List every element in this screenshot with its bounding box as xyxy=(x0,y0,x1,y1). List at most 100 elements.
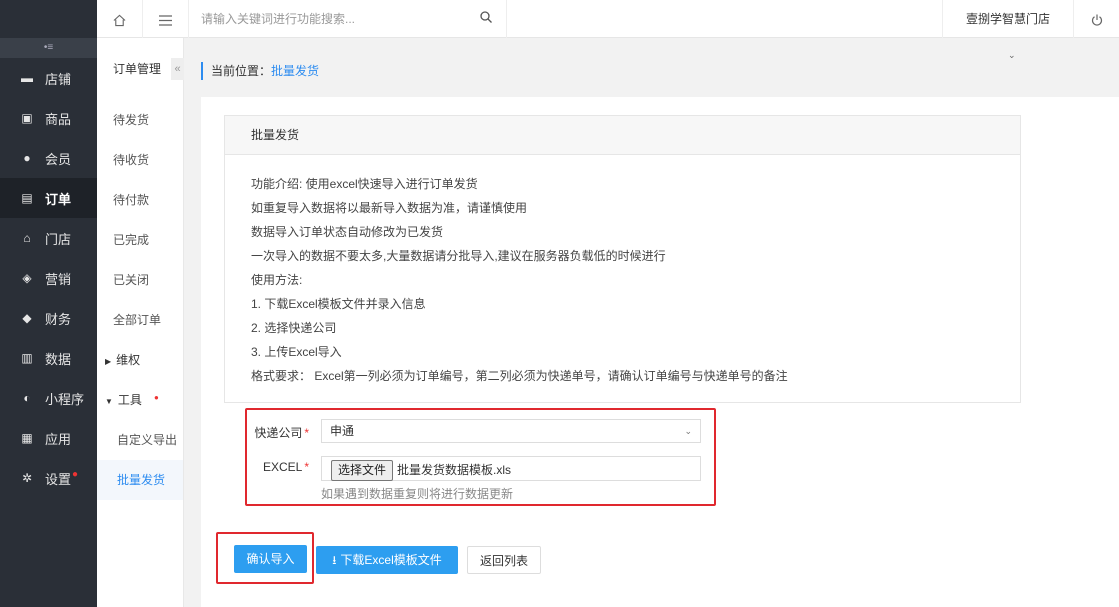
main-nav-item[interactable]: ◈ 营销 xyxy=(0,258,97,298)
panel-body: 功能介绍: 使用excel快速导入进行订单发货 如重复导入数据将以最新导入数据为… xyxy=(225,155,1020,388)
sub-nav-item-all-orders[interactable]: 全部订单 xyxy=(97,300,183,340)
main-nav-item[interactable]: ▤ 订单 xyxy=(0,178,97,218)
store-name[interactable]: 壹捌学智慧门店 xyxy=(942,0,1074,38)
order-icon: ▤ xyxy=(21,191,33,205)
sub-nav-label: 自定义导出 xyxy=(117,433,178,447)
caret-right-icon: ▶ xyxy=(105,357,112,366)
info-line: 如重复导入数据将以最新导入数据为准，请谨慎使用 xyxy=(251,201,528,215)
form-hint: 如果遇到数据重复则将进行数据更新 xyxy=(321,487,514,501)
sub-nav-label: 待发货 xyxy=(113,113,150,127)
info-line: 数据导入订单状态自动修改为已发货 xyxy=(251,225,444,239)
info-line: 2. 选择快递公司 xyxy=(251,321,337,335)
sub-nav-group-label: 维权 xyxy=(116,353,141,367)
main-nav-item[interactable]: ▦ 应用 xyxy=(0,418,97,458)
selected-file-name: 批量发货数据模板.xls xyxy=(397,463,512,477)
caret-down-icon: ▼ xyxy=(105,397,113,406)
sub-nav-item-batch-ship[interactable]: 批量发货 xyxy=(97,460,183,500)
info-line: 1. 下载Excel模板文件并录入信息 xyxy=(251,297,426,311)
main-nav-label: 设置 xyxy=(45,471,72,487)
miniapp-icon: ◐ xyxy=(23,391,31,405)
user-icon: ● xyxy=(23,151,31,165)
sub-nav-item-pending-receive[interactable]: 待收货 xyxy=(97,140,183,180)
sub-sidebar: 订单管理 « 待发货 待收货 待付款 已完成 已关闭 全部订单 ▶ 维权 ▼ 工具 ●… xyxy=(97,38,184,607)
sub-nav-item-custom-export[interactable]: 自定义导出 xyxy=(97,420,183,460)
main-nav-label: 会员 xyxy=(45,151,72,167)
info-line: 3. 上传Excel导入 xyxy=(251,345,342,359)
sub-nav-label: 全部订单 xyxy=(113,313,162,327)
main-nav-item[interactable]: ▣ 商品 xyxy=(0,98,97,138)
breadcrumb: 当前位置：批量发货 xyxy=(201,62,319,80)
store-icon: ▬ xyxy=(21,71,33,85)
search-box xyxy=(201,0,507,38)
download-icon: ⭳ xyxy=(332,553,337,567)
sub-sidebar-title-text: 订单管理 xyxy=(113,62,162,76)
express-company-label: 快递公司 * xyxy=(249,424,309,441)
sub-nav-label: 已关闭 xyxy=(113,273,150,287)
express-label-text: 快递公司 xyxy=(254,426,303,440)
main-nav-item[interactable]: ◆ 财务 xyxy=(0,298,97,338)
search-input[interactable] xyxy=(201,9,471,29)
back-to-list-button[interactable]: 返回列表 xyxy=(467,546,541,574)
excel-label-text: EXCEL xyxy=(262,460,303,474)
sidebar-collapse-toggle[interactable]: •≡ xyxy=(0,38,97,58)
main-nav-label: 门店 xyxy=(45,231,72,247)
sidebar-logo-area xyxy=(0,0,97,38)
menu-icon[interactable] xyxy=(143,0,189,38)
gift-icon: ◈ xyxy=(22,271,32,285)
search-icon[interactable] xyxy=(480,11,492,23)
sub-nav-item-closed[interactable]: 已关闭 xyxy=(97,260,183,300)
sub-nav-item-completed[interactable]: 已完成 xyxy=(97,220,183,260)
main-nav-label: 小程序 xyxy=(45,391,85,407)
main-nav-label: 财务 xyxy=(45,311,72,327)
top-header: 壹捌学智慧门店 xyxy=(97,0,1119,38)
sub-nav-group-tools[interactable]: ▼ 工具 ● xyxy=(97,380,183,420)
shop-icon: ⌂ xyxy=(23,231,31,245)
sub-nav-item-pending-ship[interactable]: 待发货 xyxy=(97,100,183,140)
notification-dot-icon: ● xyxy=(153,393,159,402)
sub-nav-label: 待付款 xyxy=(113,193,150,207)
main-nav-item[interactable]: ▥ 数据 xyxy=(0,338,97,378)
info-line: 格式要求： Excel第一列必须为订单编号，第二列必须为快递单号，请确认订单编号… xyxy=(251,369,788,383)
confirm-import-button[interactable]: 确认导入 xyxy=(234,545,307,573)
chart-icon: ▥ xyxy=(21,351,33,365)
sub-sidebar-title: 订单管理 « xyxy=(97,38,184,100)
main-nav-label: 应用 xyxy=(45,431,72,447)
express-company-select[interactable]: 申通 ⌄ xyxy=(321,419,701,443)
required-mark: * xyxy=(304,460,309,474)
chevron-down-icon[interactable]: ⌄ xyxy=(1008,50,1016,61)
info-panel: 批量发货 功能介绍: 使用excel快速导入进行订单发货 如重复导入数据将以最新… xyxy=(224,115,1021,403)
main-nav-item[interactable]: ⌂ 门店 xyxy=(0,218,97,258)
sub-nav-label: 已完成 xyxy=(113,233,150,247)
power-icon[interactable] xyxy=(1075,0,1119,38)
confirm-highlight: 确认导入 xyxy=(216,532,314,584)
collapse-sub-sidebar-icon[interactable]: « xyxy=(171,58,184,80)
express-select-value: 申通 xyxy=(330,424,355,438)
main-nav-label: 商品 xyxy=(45,111,72,127)
choose-file-button[interactable]: 选择文件 xyxy=(331,460,394,481)
sub-nav-group-rights[interactable]: ▶ 维权 xyxy=(97,340,183,380)
required-mark: * xyxy=(304,426,309,440)
sub-nav-group-label: 工具 xyxy=(117,393,142,407)
chevron-down-icon: ⌄ xyxy=(684,426,692,436)
main-nav-label: 店铺 xyxy=(45,71,72,87)
goods-icon: ▣ xyxy=(21,111,33,125)
home-icon[interactable] xyxy=(97,0,143,38)
main-nav-item[interactable]: ✲ 设置 ● xyxy=(0,458,97,498)
main-nav-item[interactable]: ▬ 店铺 xyxy=(0,58,97,98)
main-content: 批量发货 功能介绍: 使用excel快速导入进行订单发货 如重复导入数据将以最新… xyxy=(201,97,1119,607)
main-nav-label: 营销 xyxy=(45,271,72,287)
info-line: 功能介绍: 使用excel快速导入进行订单发货 xyxy=(251,177,478,191)
notification-dot-icon: ● xyxy=(72,468,79,480)
main-nav-item[interactable]: ◐ 小程序 xyxy=(0,378,97,418)
breadcrumb-current[interactable]: 批量发货 xyxy=(271,64,319,78)
sub-nav-label: 批量发货 xyxy=(117,473,166,487)
main-nav-label: 数据 xyxy=(45,351,72,367)
download-template-button[interactable]: ⭳ 下载Excel模板文件 xyxy=(316,546,458,574)
sub-nav-item-pending-pay[interactable]: 待付款 xyxy=(97,180,183,220)
main-nav-item[interactable]: ● 会员 xyxy=(0,138,97,178)
finance-icon: ◆ xyxy=(22,311,32,325)
main-sidebar: •≡ ▬ 店铺 ▣ 商品 ● 会员 ▤ 订单 ⌂ 门店 ◈ 营销 ◆ 财务 ▥ 数据 ◐ 小程序 ▦ 应用 ✲ 设置 ● xyxy=(0,0,97,607)
excel-file-input: 选择文件 批量发货数据模板.xls xyxy=(321,456,701,481)
info-line: 一次导入的数据不要太多,大量数据请分批导入,建议在服务器负载低的时候进行 xyxy=(251,249,666,263)
breadcrumb-prefix: 当前位置： xyxy=(211,64,272,78)
